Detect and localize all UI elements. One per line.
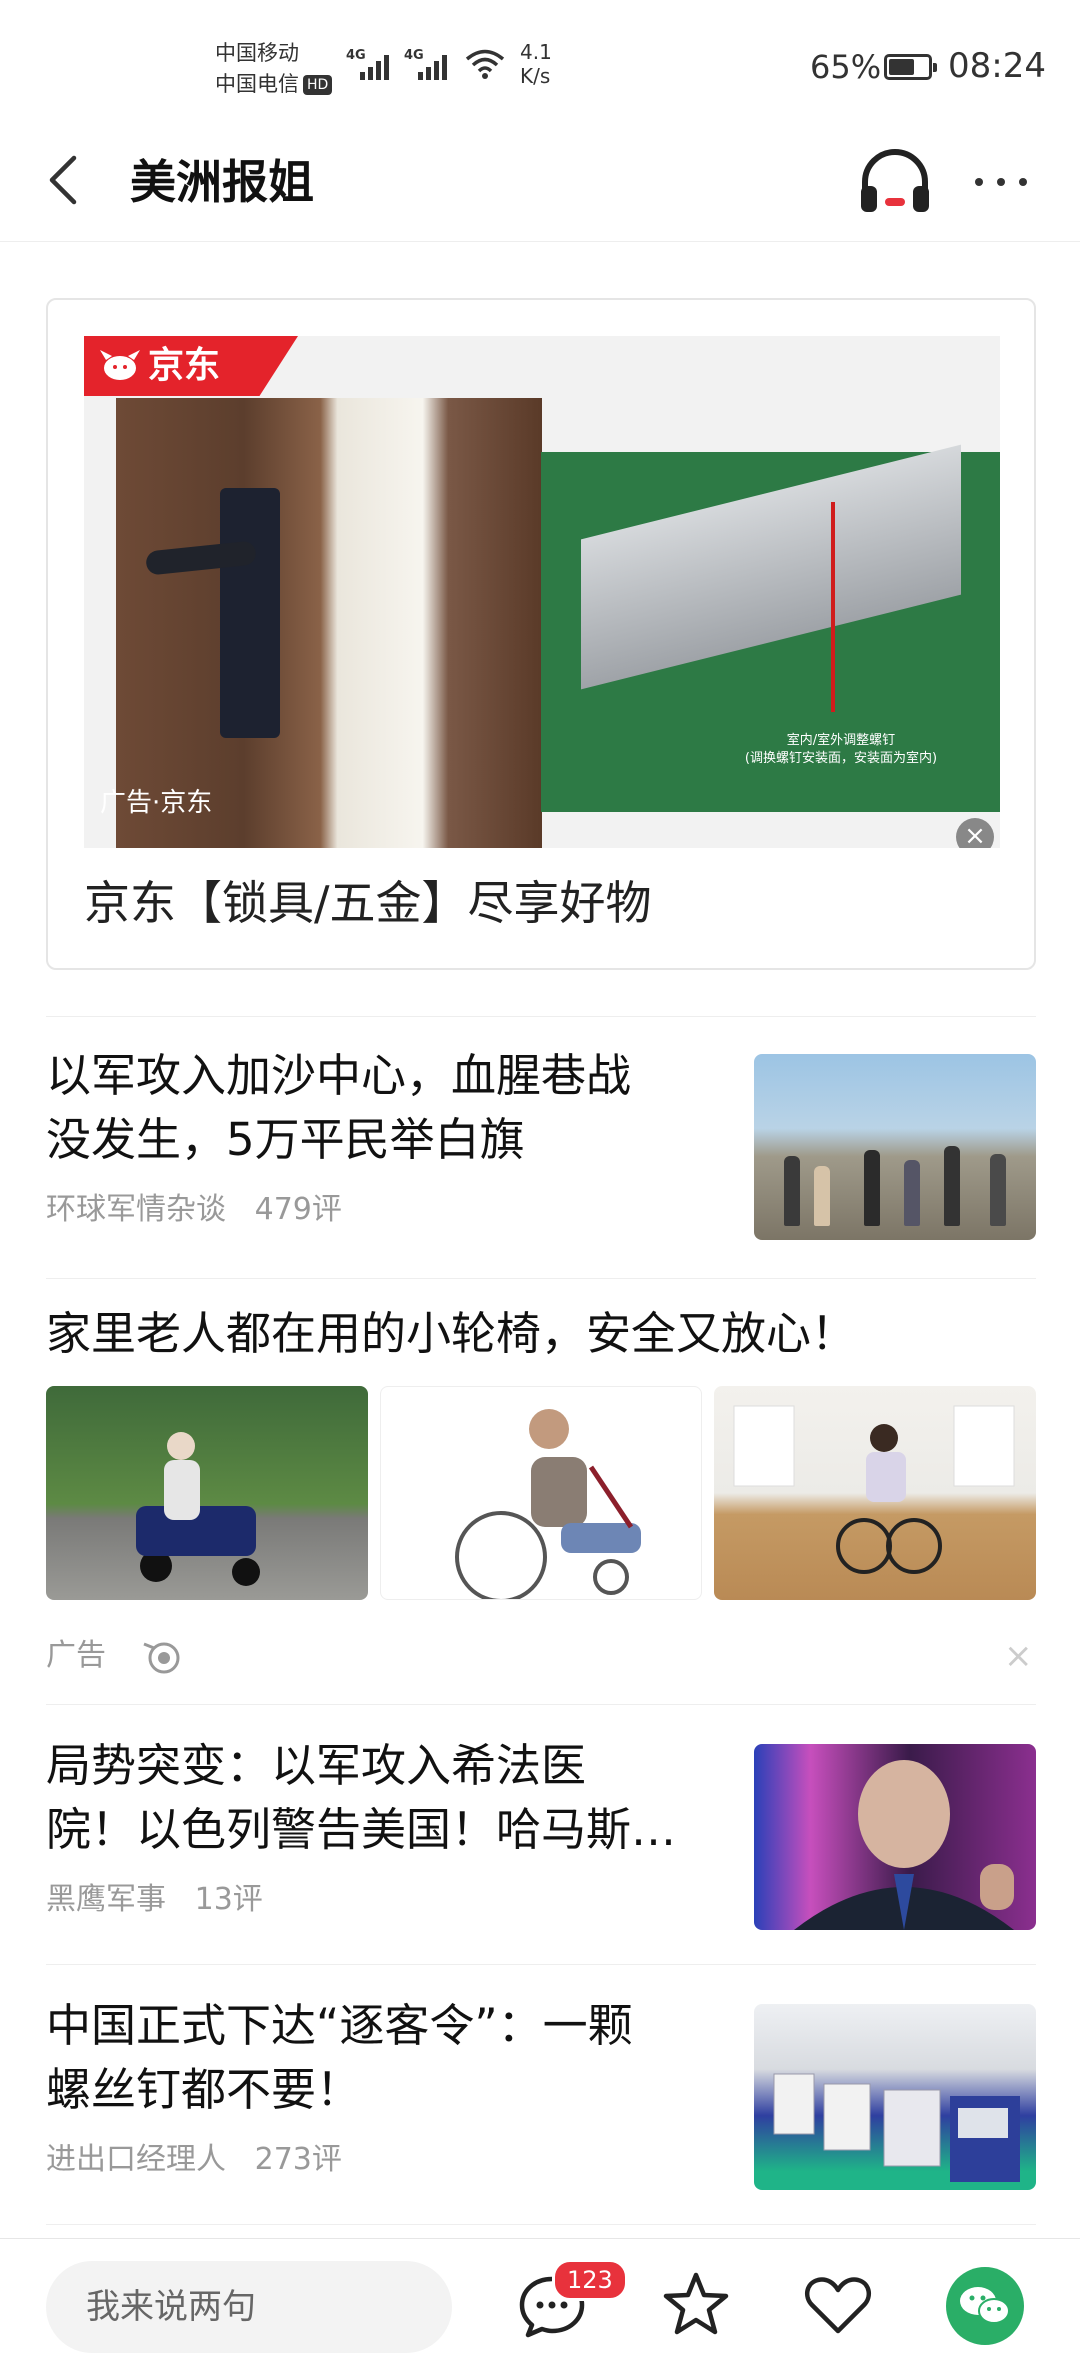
comment-count: 479评 bbox=[254, 1192, 342, 1227]
divider bbox=[46, 1278, 1036, 1279]
page-title: 美洲报姐 bbox=[130, 155, 314, 209]
person-photo-icon bbox=[794, 1760, 1014, 1930]
news-meta: 进出口经理人 273评 bbox=[46, 2140, 342, 2180]
lock-mechanism-photo: 室内/室外调整螺钉 (调换螺钉安装面，安装面为室内) bbox=[541, 444, 1000, 812]
ad-headline[interactable]: 京东【锁具/五金】尽享好物 bbox=[84, 872, 652, 934]
wheelchair-icon bbox=[455, 1409, 641, 1599]
title-bar: 美洲报姐 bbox=[0, 130, 1080, 242]
carrier-1: 中国移动 bbox=[215, 41, 299, 65]
indicator-arrow bbox=[831, 502, 835, 712]
ad-image[interactable]: 室内/室外调整螺钉 (调换螺钉安装面，安装面为室内) 京东 广告·京东 × bbox=[84, 336, 1000, 848]
status-bar: 中国移动 中国电信 HD 4G 4G 4.1 K/s 65% 08:24 bbox=[0, 0, 1080, 130]
carrier-info: 中国移动 中国电信 HD bbox=[215, 38, 333, 100]
mobility-scooter-icon bbox=[136, 1432, 260, 1586]
news-thumbnail[interactable] bbox=[754, 1054, 1036, 1240]
jd-dog-logo-icon bbox=[100, 350, 140, 380]
jd-brand-text: 京东 bbox=[148, 345, 221, 386]
close-icon[interactable]: × bbox=[956, 818, 994, 848]
comment-count-badge: 123 bbox=[552, 2259, 628, 2301]
image-note-line-1: 室内/室外调整螺钉 bbox=[786, 733, 896, 748]
comment-count: 273评 bbox=[254, 2142, 342, 2177]
news-title-line-2: 院！以色列警告美国！哈马斯… bbox=[46, 1803, 677, 1856]
battery-icon bbox=[884, 54, 937, 80]
like-heart-icon[interactable] bbox=[800, 2267, 876, 2343]
comment-input[interactable]: 我来说两句 bbox=[46, 2261, 452, 2353]
news-title-line-2: 没发生，5万平民举白旗 bbox=[46, 1113, 525, 1166]
bottom-action-bar: 我来说两句 123 bbox=[0, 2238, 1080, 2376]
wifi-icon bbox=[465, 49, 505, 79]
news-thumbnail[interactable] bbox=[754, 2004, 1036, 2190]
net-speed-value: 4.1 bbox=[520, 40, 552, 64]
comment-count: 13评 bbox=[194, 1882, 263, 1917]
ad-mark-icon bbox=[143, 1642, 180, 1674]
ad-thumbnail[interactable] bbox=[46, 1386, 368, 1600]
back-arrow-icon[interactable] bbox=[38, 150, 98, 210]
smart-lock-door-photo bbox=[116, 398, 542, 848]
dismiss-ad-icon[interactable]: × bbox=[1004, 1636, 1033, 1676]
ad-thumbnail[interactable] bbox=[380, 1386, 702, 1600]
news-source: 环球军情杂谈 bbox=[46, 1192, 226, 1227]
headphone-icon[interactable] bbox=[855, 144, 935, 224]
news-title[interactable]: 中国正式下达“逐客令”：一颗 螺丝钉都不要！ bbox=[46, 1994, 736, 2122]
battery-percent: 65% bbox=[810, 48, 882, 86]
wheelchair-icon bbox=[733, 1405, 1015, 1574]
ad-title[interactable]: 家里老人都在用的小轮椅，安全又放心！ bbox=[46, 1302, 1036, 1366]
ad-label: 广告 bbox=[46, 1638, 106, 1673]
divider bbox=[46, 1964, 1036, 1965]
news-title-line-1: 以军攻入加沙中心，血腥巷战 bbox=[46, 1049, 632, 1102]
news-title[interactable]: 以军攻入加沙中心，血腥巷战 没发生，5万平民举白旗 bbox=[46, 1044, 726, 1172]
image-note-line-2: (调换螺钉安装面，安装面为室内) bbox=[744, 751, 938, 766]
news-title[interactable]: 局势突变：以军攻入希法医 院！以色列警告美国！哈马斯… bbox=[46, 1734, 736, 1862]
image-note: 室内/室外调整螺钉 (调换螺钉安装面，安装面为室内) bbox=[691, 732, 991, 768]
wechat-share-icon[interactable] bbox=[946, 2267, 1024, 2345]
divider bbox=[46, 1704, 1036, 1705]
news-meta: 黑鹰军事 13评 bbox=[46, 1880, 263, 1920]
news-title-line-2: 螺丝钉都不要！ bbox=[46, 2063, 362, 2116]
lock-plate bbox=[581, 444, 961, 690]
ad-card[interactable]: 室内/室外调整螺钉 (调换螺钉安装面，安装面为室内) 京东 广告·京东 × 京东… bbox=[46, 298, 1036, 970]
net-speed-unit: K/s bbox=[520, 64, 551, 88]
more-options-icon[interactable] bbox=[975, 172, 1045, 192]
smart-lock-body bbox=[220, 488, 280, 738]
news-thumbnail[interactable] bbox=[754, 1744, 1036, 1930]
divider bbox=[46, 2224, 1036, 2225]
news-source: 黑鹰军事 bbox=[46, 1882, 166, 1917]
battery-level-fill bbox=[889, 59, 914, 75]
hd-badge: HD bbox=[303, 75, 333, 95]
net-speed: 4.1 K/s bbox=[520, 40, 552, 88]
divider bbox=[46, 1016, 1036, 1017]
factory-machines-icon bbox=[773, 2073, 1020, 2182]
news-meta: 环球军情杂谈 479评 bbox=[46, 1190, 342, 1230]
favorite-star-icon[interactable] bbox=[658, 2267, 734, 2343]
clock: 08:24 bbox=[948, 46, 1046, 86]
ad-thumbnail[interactable] bbox=[714, 1386, 1036, 1600]
news-title-line-1: 中国正式下达“逐客令”：一颗 bbox=[46, 1999, 633, 2052]
carrier-2: 中国电信 bbox=[215, 72, 299, 96]
news-title-line-1: 局势突变：以军攻入希法医 bbox=[46, 1739, 587, 1792]
ad-source-label: 广告·京东 bbox=[100, 788, 213, 818]
news-source: 进出口经理人 bbox=[46, 2142, 226, 2177]
jd-brand-banner: 京东 bbox=[84, 336, 298, 396]
